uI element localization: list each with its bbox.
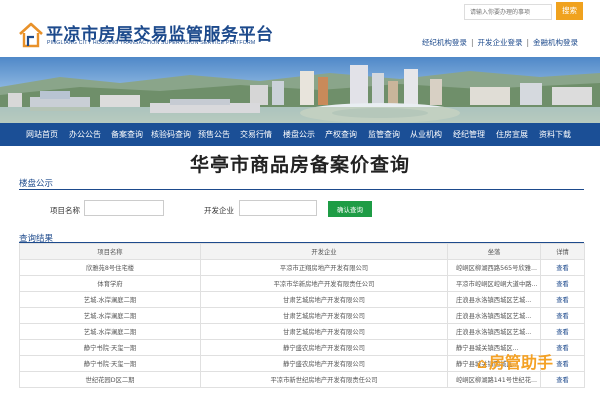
column-header-project: 项目名称 — [19, 243, 201, 260]
project-cell: 世纪花园D区二期 — [19, 371, 201, 388]
nav-announcements[interactable]: 办公公告 — [69, 123, 101, 146]
project-name-input[interactable] — [84, 200, 164, 216]
nav-housing-exhibition[interactable]: 住房宣展 — [496, 123, 528, 146]
nav-filing-query[interactable]: 备案查询 — [111, 123, 143, 146]
location-cell: 庄浪县水洛镇西城区艺城... — [447, 323, 541, 340]
developer-cell: 甘肃艺城房地产开发有限公司 — [200, 291, 448, 308]
search-button[interactable]: 搜索 — [556, 2, 583, 20]
section-title: 楼盘公示 — [19, 179, 54, 189]
project-cell: 艺城.水岸澜庭二期 — [19, 307, 201, 324]
nav-market[interactable]: 交易行情 — [240, 123, 272, 146]
watermark: ⌂ 房管助手 — [477, 349, 553, 373]
table-header-row: 项目名称 开发企业 坐落 详情 — [19, 243, 585, 260]
quick-links: 经纪机构登录 | 开发企业登录 | 金融机构登录 — [421, 38, 578, 47]
developer-login-link[interactable]: 开发企业登录 — [477, 38, 522, 47]
table-row: 艺城.水岸澜庭二期 甘肃艺城房地产开发有限公司 庄浪县水洛镇西城区艺城... 查… — [19, 291, 585, 308]
view-details-link[interactable]: 查看 — [540, 307, 585, 324]
page-title: 华亭市商品房备案价查询 — [189, 154, 410, 176]
column-header-location: 坐落 — [447, 243, 541, 260]
nav-project-disclosure[interactable]: 楼盘公示 — [283, 123, 315, 146]
nav-downloads[interactable]: 资料下载 — [539, 123, 571, 146]
project-cell: 体育学府 — [19, 275, 201, 292]
watermark-text: 房管助手 — [489, 353, 554, 372]
nav-agencies[interactable]: 从业机构 — [410, 123, 442, 146]
developer-cell: 平凉市华新房地产开发有限责任公司 — [200, 275, 448, 292]
search-input[interactable] — [464, 4, 552, 20]
site-subtitle: PINGLIANG CITY HOUSING TRANSACTION SUPER… — [47, 40, 256, 46]
location-cell: 庄浪县水洛镇西城区艺城... — [447, 291, 541, 308]
table-row: 艺城.水岸澜庭二期 甘肃艺城房地产开发有限公司 庄浪县水洛镇西城区艺城... 查… — [19, 307, 585, 324]
column-header-details: 详情 — [540, 243, 585, 260]
view-details-link[interactable]: 查看 — [540, 371, 585, 388]
nav-presale[interactable]: 预售公告 — [198, 123, 230, 146]
house-logo-icon — [19, 22, 43, 48]
location-cell: 崆峒区柳湖路141号世纪花... — [447, 371, 541, 388]
project-cell: 静宁书院·天玺一期 — [19, 355, 201, 372]
column-header-developer: 开发企业 — [200, 243, 448, 260]
nav-title-query[interactable]: 产权查询 — [325, 123, 357, 146]
table-row: 体育学府 平凉市华新房地产开发有限责任公司 平凉市崆峒区崆峒大道中路... 查看 — [19, 275, 585, 292]
location-cell: 平凉市崆峒区崆峒大道中路... — [447, 275, 541, 292]
table-row: 世纪花园D区二期 平凉市新世纪房地产开发有限责任公司 崆峒区柳湖路141号世纪花… — [19, 371, 585, 388]
nav-broker-management[interactable]: 经纪管理 — [453, 123, 485, 146]
nav-home[interactable]: 网站首页 — [26, 123, 58, 146]
developer-cell: 平凉市正翔房地产开发有限公司 — [200, 259, 448, 276]
main-nav: 网站首页 办公公告 备案查询 核验码查询 预售公告 交易行情 楼盘公示 产权查询… — [0, 123, 600, 146]
developer-cell: 静宁盛农房地产开发有限公司 — [200, 355, 448, 372]
table-row: 艺城.水岸澜庭二期 甘肃艺城房地产开发有限公司 庄浪县水洛镇西城区艺城... 查… — [19, 323, 585, 340]
table-row: 欣雅苑8号住宅楼 平凉市正翔房地产开发有限公司 崆峒区柳湖西路565号欣雅...… — [19, 259, 585, 276]
developer-cell: 平凉市新世纪房地产开发有限责任公司 — [200, 371, 448, 388]
house-watermark-icon: ⌂ — [477, 356, 488, 372]
view-details-link[interactable]: 查看 — [540, 323, 585, 340]
developer-cell: 甘肃艺城房地产开发有限公司 — [200, 323, 448, 340]
developer-cell: 静宁盛农房地产开发有限公司 — [200, 339, 448, 356]
section-divider — [19, 189, 584, 190]
nav-verify-code-query[interactable]: 核验码查询 — [151, 123, 191, 146]
finance-login-link[interactable]: 金融机构登录 — [533, 38, 578, 47]
developer-input[interactable] — [239, 200, 317, 216]
view-details-link[interactable]: 查看 — [540, 291, 585, 308]
view-details-link[interactable]: 查看 — [540, 259, 585, 276]
location-cell: 崆峒区柳湖西路565号欣雅... — [447, 259, 541, 276]
project-cell: 静宁书院·天玺一期 — [19, 339, 201, 356]
confirm-query-button[interactable]: 确认查询 — [328, 201, 372, 217]
city-banner-image — [0, 57, 600, 123]
location-cell: 庄浪县水洛镇西城区艺城... — [447, 307, 541, 324]
project-cell: 欣雅苑8号住宅楼 — [19, 259, 201, 276]
project-cell: 艺城.水岸澜庭二期 — [19, 291, 201, 308]
project-name-label: 项目名称 — [50, 206, 80, 215]
project-cell: 艺城.水岸澜庭二期 — [19, 323, 201, 340]
nav-supervision-query[interactable]: 监管查询 — [368, 123, 400, 146]
site-header: 平凉市房屋交易监管服务平台 PINGLIANG CITY HOUSING TRA… — [0, 0, 600, 57]
developer-label: 开发企业 — [204, 206, 234, 215]
broker-login-link[interactable]: 经纪机构登录 — [422, 38, 467, 47]
developer-cell: 甘肃艺城房地产开发有限公司 — [200, 307, 448, 324]
view-details-link[interactable]: 查看 — [540, 275, 585, 292]
